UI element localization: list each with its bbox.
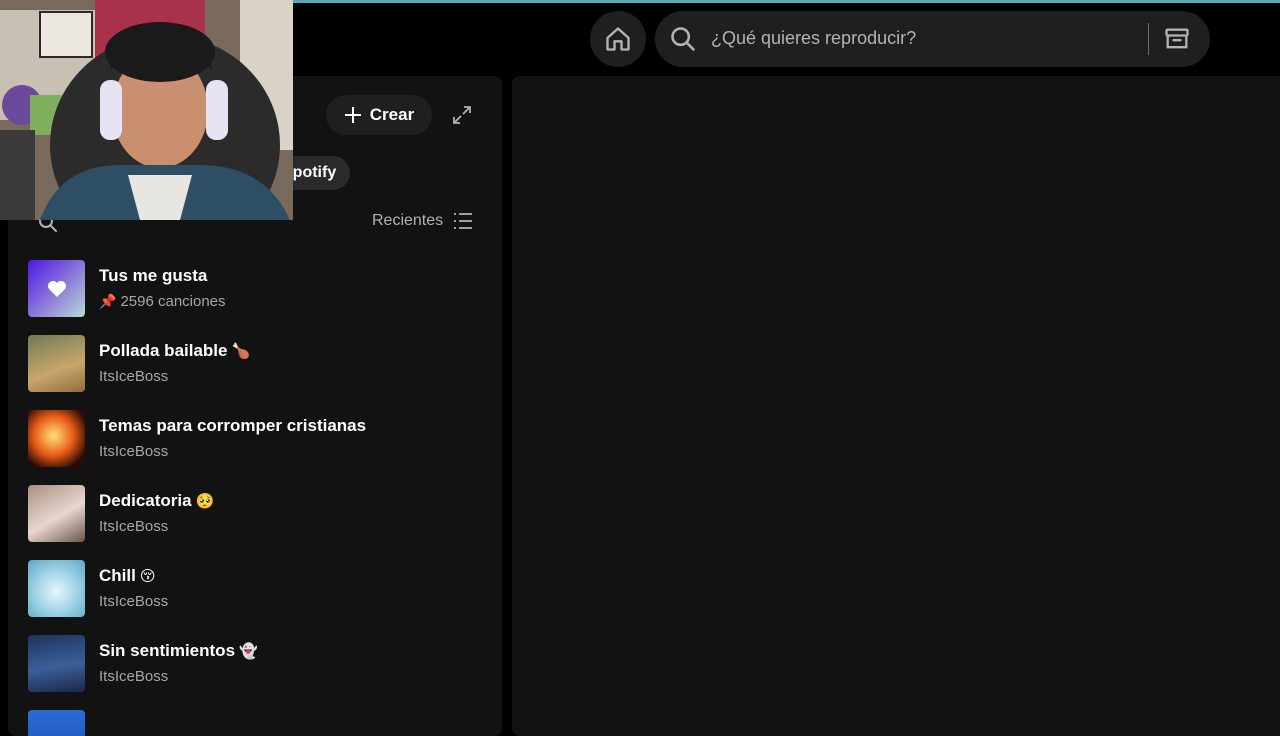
- main-content-panel: [512, 76, 1280, 736]
- list-item[interactable]: Chill 😚 ItsIceBoss: [28, 556, 488, 620]
- playlist-cover: [28, 410, 85, 467]
- list-item[interactable]: Pollada bailable 🍗 ItsIceBoss: [28, 331, 488, 395]
- playlist-cover: [28, 485, 85, 542]
- webcam-overlay: [0, 0, 293, 220]
- item-subtitle-text: 2596 canciones: [120, 293, 226, 310]
- list-item[interactable]: Sin sentimientos 👻 ItsIceBoss: [28, 631, 488, 695]
- playlist-cover: [28, 635, 85, 692]
- playlist-cover: [28, 335, 85, 392]
- item-title: Chill 😚: [99, 566, 156, 585]
- liked-songs-cover: [28, 260, 85, 317]
- item-subtitle: ItsIceBoss: [99, 443, 169, 460]
- search-icon: [671, 27, 695, 51]
- playlist-cover: [28, 560, 85, 617]
- list-item[interactable]: Tus me gusta 📌 2596 canciones: [28, 256, 488, 320]
- search-placeholder: ¿Qué quieres reproducir?: [711, 28, 917, 48]
- item-title: Sin sentimientos 👻: [99, 641, 258, 660]
- search-input[interactable]: ¿Qué quieres reproducir?: [655, 11, 1210, 67]
- item-title: Dedicatoria 🥺: [99, 491, 215, 510]
- webcam-feed-image: [0, 0, 293, 220]
- create-label: Crear: [369, 105, 415, 124]
- browse-icon[interactable]: [1163, 25, 1191, 53]
- sort-recent-button[interactable]: Recientes: [372, 212, 473, 230]
- item-subtitle: 📌 2596 canciones: [99, 293, 226, 310]
- heart-icon: [47, 280, 66, 297]
- sort-label: Recientes: [372, 212, 444, 229]
- pin-icon: 📌: [99, 293, 117, 309]
- plus-icon: [344, 107, 361, 123]
- item-title: Tus me gusta: [99, 266, 208, 285]
- item-subtitle: ItsIceBoss: [99, 593, 169, 610]
- list-item[interactable]: Dedicatoria 🥺 ItsIceBoss: [28, 481, 488, 545]
- create-button[interactable]: Crear: [326, 95, 432, 135]
- item-title: Pollada bailable 🍗: [99, 341, 251, 360]
- expand-icon[interactable]: [452, 105, 472, 125]
- home-icon: [606, 27, 630, 51]
- item-title: Temas para corromper cristianas: [99, 416, 367, 435]
- playlist-cover: [28, 710, 85, 736]
- item-subtitle: ItsIceBoss: [99, 668, 169, 685]
- list-item[interactable]: [28, 706, 488, 736]
- home-button[interactable]: [590, 11, 646, 67]
- list-item[interactable]: Temas para corromper cristianas ItsIceBo…: [28, 406, 488, 470]
- item-subtitle: ItsIceBoss: [99, 518, 169, 535]
- item-subtitle: ItsIceBoss: [99, 368, 169, 385]
- search-divider: [1148, 23, 1149, 55]
- list-icon: [454, 213, 473, 229]
